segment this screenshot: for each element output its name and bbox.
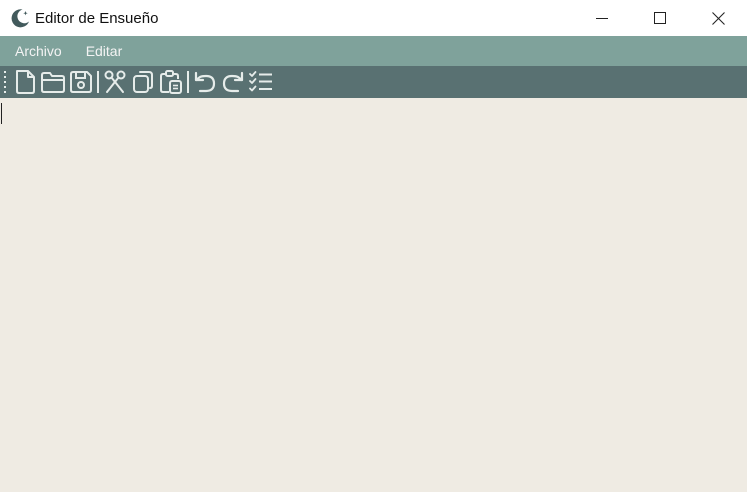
- text-editor-area[interactable]: [0, 98, 747, 492]
- app-window: Editor de Ensueño Archivo Editar: [0, 0, 747, 492]
- toolbar-separator: [97, 71, 99, 93]
- paste-button[interactable]: [157, 68, 185, 96]
- undo-button[interactable]: [191, 68, 219, 96]
- new-file-icon: [13, 69, 37, 95]
- window-controls: [573, 0, 747, 36]
- minimize-button[interactable]: [573, 0, 631, 36]
- toolbar: [0, 66, 747, 98]
- title-bar[interactable]: Editor de Ensueño: [0, 0, 747, 36]
- maximize-icon: [654, 12, 666, 24]
- undo-icon: [192, 69, 218, 95]
- menu-editar[interactable]: Editar: [70, 36, 131, 66]
- toolbar-grip[interactable]: [3, 71, 7, 93]
- checklist-button[interactable]: [247, 68, 275, 96]
- checklist-icon: [248, 69, 274, 95]
- cut-icon: [103, 69, 127, 95]
- close-icon: [711, 11, 725, 25]
- save-icon: [68, 69, 94, 95]
- cut-button[interactable]: [101, 68, 129, 96]
- text-caret: [1, 103, 2, 124]
- copy-icon: [131, 69, 155, 95]
- menu-bar: Archivo Editar: [0, 36, 747, 66]
- window-title: Editor de Ensueño: [35, 9, 159, 27]
- open-folder-button[interactable]: [39, 68, 67, 96]
- toolbar-separator: [187, 71, 189, 93]
- minimize-icon: [596, 12, 608, 24]
- save-button[interactable]: [67, 68, 95, 96]
- maximize-button[interactable]: [631, 0, 689, 36]
- copy-button[interactable]: [129, 68, 157, 96]
- paste-icon: [158, 69, 184, 95]
- menu-archivo[interactable]: Archivo: [7, 36, 70, 66]
- moon-icon: [9, 7, 31, 29]
- redo-button[interactable]: [219, 68, 247, 96]
- close-button[interactable]: [689, 0, 747, 36]
- new-file-button[interactable]: [11, 68, 39, 96]
- open-folder-icon: [40, 69, 66, 95]
- redo-icon: [220, 69, 246, 95]
